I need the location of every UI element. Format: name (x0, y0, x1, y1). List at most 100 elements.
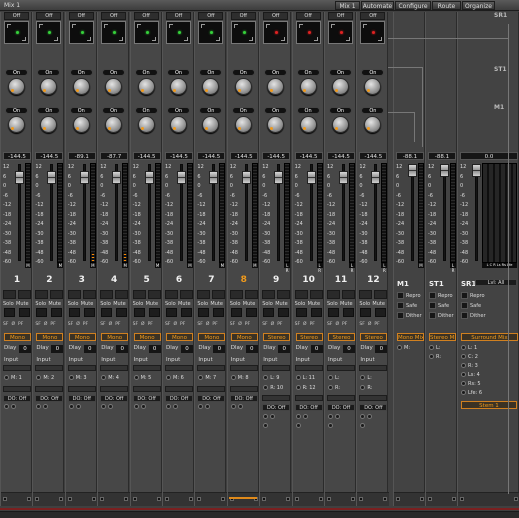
bus-option-checkbox[interactable] (429, 312, 436, 319)
direct-out-radio-icon[interactable] (367, 414, 373, 419)
insert-bypass-button[interactable]: Off (36, 12, 62, 20)
strip-bottom-right-icon[interactable] (514, 497, 518, 501)
solo-button[interactable] (101, 308, 113, 317)
toggle-phase[interactable]: Ø (44, 322, 48, 327)
output-radio-icon[interactable] (461, 354, 466, 359)
titlebar-button-route[interactable]: Route (432, 1, 461, 10)
bus-option-checkbox[interactable] (429, 292, 436, 299)
fader-handle[interactable] (47, 171, 57, 185)
toggle-pf[interactable]: PF (180, 322, 185, 327)
output-selector[interactable] (197, 386, 226, 392)
level-selector[interactable]: Lvl: All (475, 279, 517, 286)
direct-out-radio-icon[interactable] (295, 423, 301, 428)
send-toggle[interactable]: On (361, 69, 385, 76)
fader-handle[interactable] (339, 171, 348, 185)
input-radio-icon[interactable] (230, 375, 236, 380)
direct-out-radio-icon[interactable] (75, 404, 81, 409)
format-label[interactable]: Mono (101, 333, 129, 341)
strip-bottom-right-icon[interactable] (27, 497, 31, 501)
strip-bottom-left-icon[interactable] (67, 497, 72, 501)
direct-out-radio-icon[interactable] (270, 414, 276, 419)
output-radio-icon[interactable] (461, 372, 466, 377)
toggle-sf[interactable]: SF (100, 322, 105, 327)
fader-handle[interactable] (177, 171, 186, 185)
delay-value[interactable]: 0 (310, 345, 323, 353)
strip-bottom-right-icon[interactable] (452, 497, 456, 501)
channel-number[interactable]: 10 (293, 275, 325, 285)
toggle-pf[interactable]: PF (83, 322, 88, 327)
bus-fader-track[interactable] (475, 164, 478, 261)
channel-number[interactable]: 11 (325, 275, 357, 285)
output-selector[interactable] (359, 395, 388, 401)
strip-bottom-right-icon[interactable] (124, 497, 129, 501)
direct-out-button[interactable]: DO: Off (3, 395, 31, 402)
delay-value[interactable]: 0 (213, 345, 226, 353)
send-level-knob[interactable] (8, 116, 25, 133)
input-radio-icon[interactable] (133, 375, 139, 380)
mute-button[interactable] (181, 308, 192, 317)
fader-handle[interactable] (306, 171, 316, 185)
delay-value[interactable]: 0 (278, 345, 291, 353)
toggle-sf[interactable]: SF (230, 322, 235, 327)
solo-button[interactable] (133, 308, 145, 317)
strip-bottom-right-icon[interactable] (383, 497, 388, 501)
send-level-knob[interactable] (332, 78, 349, 95)
mute-button[interactable] (148, 308, 160, 317)
delay-value[interactable]: 0 (116, 345, 129, 353)
input-radio-icon[interactable] (4, 375, 9, 380)
mute-button[interactable] (116, 308, 128, 317)
send-level-knob[interactable] (364, 116, 382, 133)
input-selector[interactable] (359, 365, 388, 371)
send-toggle[interactable]: On (296, 69, 320, 76)
send-toggle[interactable]: On (5, 69, 28, 76)
format-label[interactable]: Mono (230, 333, 258, 341)
insert-slot[interactable] (4, 21, 29, 44)
direct-out-radio-icon[interactable] (360, 423, 366, 428)
titlebar-button-mix-1[interactable]: Mix 1 (335, 1, 360, 10)
delay-value[interactable]: 0 (19, 345, 31, 353)
toggle-phase[interactable]: Ø (141, 322, 145, 327)
input-selector[interactable] (229, 365, 258, 371)
direct-out-radio-icon[interactable] (133, 404, 139, 409)
strip-bottom-left-icon[interactable] (132, 497, 137, 501)
format-label[interactable]: Mono (68, 333, 96, 341)
strip-bottom-left-icon[interactable] (327, 497, 331, 501)
insert-slot[interactable] (230, 21, 256, 44)
volume-readout[interactable]: -144.5 (35, 152, 64, 160)
toggle-sf[interactable]: SF (295, 322, 300, 327)
channel-number[interactable]: 12 (357, 275, 389, 285)
toggle-phase[interactable]: Ø (109, 322, 113, 327)
direct-out-radio-icon[interactable] (335, 414, 340, 419)
volume-readout[interactable]: -89.1 (67, 152, 96, 160)
send-level-knob[interactable] (267, 78, 285, 95)
toggle-phase[interactable]: Ø (206, 322, 210, 327)
output-selector[interactable] (67, 386, 96, 392)
toggle-sf[interactable]: SF (35, 322, 40, 327)
fader-handle[interactable] (209, 171, 219, 185)
output-selector[interactable] (327, 395, 355, 401)
solo-button[interactable] (328, 308, 339, 317)
format-label[interactable]: Mono (133, 333, 161, 341)
send-toggle[interactable]: On (69, 69, 93, 76)
send-level-knob[interactable] (299, 116, 317, 133)
send-level-knob[interactable] (202, 78, 220, 95)
format-label[interactable]: Mono (4, 333, 31, 341)
channel-number[interactable]: 1 (1, 275, 33, 285)
toggle-sf[interactable]: SF (359, 322, 364, 327)
direct-out-radio-icon[interactable] (108, 404, 114, 409)
toggle-sf[interactable]: SF (197, 322, 202, 327)
send-level-knob[interactable] (364, 78, 382, 95)
fader-handle[interactable] (112, 171, 122, 185)
strip-bottom-right-icon[interactable] (351, 497, 355, 501)
output-selector[interactable] (35, 386, 64, 392)
strip-bottom-left-icon[interactable] (294, 497, 299, 501)
toggle-pf[interactable]: PF (18, 322, 23, 327)
send-toggle[interactable]: On (264, 107, 288, 114)
direct-out-radio-icon[interactable] (101, 404, 107, 409)
direct-out-radio-icon[interactable] (263, 414, 269, 419)
bus-option-checkbox[interactable] (429, 302, 436, 309)
toggle-phase[interactable]: Ø (368, 322, 372, 327)
direct-out-radio-icon[interactable] (328, 414, 333, 419)
send-level-knob[interactable] (72, 116, 90, 133)
input-selector[interactable] (165, 365, 193, 371)
